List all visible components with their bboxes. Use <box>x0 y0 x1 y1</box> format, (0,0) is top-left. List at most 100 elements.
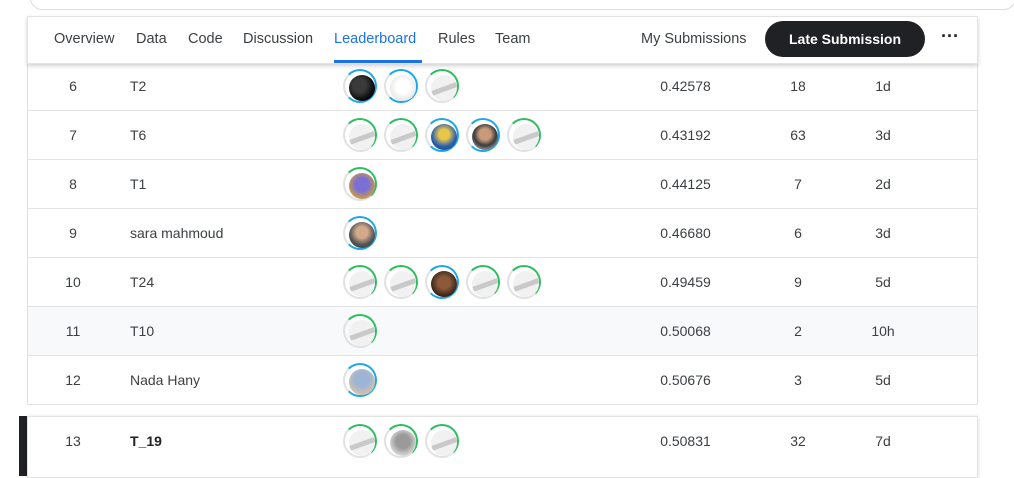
member-avatar[interactable] <box>466 265 500 299</box>
member-avatar[interactable] <box>507 118 541 152</box>
last-submission-cell: 5d <box>875 274 891 290</box>
score-cell: 0.42578 <box>660 78 711 94</box>
table-row[interactable]: 12 Nada Hany 0.50676 3 5d <box>28 356 977 405</box>
avatar-image <box>513 271 539 297</box>
team-name[interactable]: T6 <box>130 111 146 159</box>
member-avatar[interactable] <box>384 69 418 103</box>
entries-cell: 7 <box>794 176 802 192</box>
member-avatar[interactable] <box>343 265 377 299</box>
rank-cell: 10 <box>65 274 81 290</box>
more-options-icon[interactable]: ··· <box>936 25 964 53</box>
late-submission-button[interactable]: Late Submission <box>765 21 925 57</box>
rank-cell: 8 <box>69 176 77 192</box>
avatar-image <box>390 271 416 297</box>
table-row[interactable]: 9 sara mahmoud 0.46680 6 3d <box>28 209 977 258</box>
member-avatar[interactable] <box>343 363 377 397</box>
member-avatar[interactable] <box>343 167 377 201</box>
entries-cell: 32 <box>790 433 806 449</box>
member-avatar[interactable] <box>425 424 459 458</box>
last-submission-cell: 10h <box>871 323 895 339</box>
entries-cell: 3 <box>794 372 802 388</box>
your-team-indicator <box>19 416 27 476</box>
avatar-image <box>390 430 416 456</box>
member-avatar[interactable] <box>384 265 418 299</box>
tab-discussion[interactable]: Discussion <box>243 31 313 47</box>
avatar-image <box>349 75 375 101</box>
table-row[interactable]: 7 T6 0.43192 63 3d <box>28 111 977 160</box>
avatar-image <box>431 271 457 297</box>
last-submission-cell: 3d <box>875 127 891 143</box>
team-name[interactable]: T24 <box>130 258 154 306</box>
member-avatar[interactable] <box>507 265 541 299</box>
rank-cell: 6 <box>69 78 77 94</box>
team-name[interactable]: sara mahmoud <box>130 209 223 257</box>
last-submission-cell: 3d <box>875 225 891 241</box>
rank-cell: 9 <box>69 225 77 241</box>
your-team-row[interactable]: 13 T_19 0.50831 32 7d <box>27 416 978 478</box>
member-avatar[interactable] <box>425 118 459 152</box>
avatar-image <box>349 320 375 346</box>
member-avatar[interactable] <box>343 314 377 348</box>
top-search-strip <box>30 0 1014 10</box>
avatar-image <box>349 222 375 248</box>
rank-cell: 12 <box>65 372 81 388</box>
last-submission-cell: 5d <box>875 372 891 388</box>
entries-cell: 9 <box>794 274 802 290</box>
team-name[interactable]: T2 <box>130 62 146 110</box>
score-cell: 0.50068 <box>660 323 711 339</box>
avatar-image <box>390 124 416 150</box>
score-cell: 0.44125 <box>660 176 711 192</box>
active-tab-indicator <box>334 60 422 63</box>
last-submission-cell: 1d <box>875 78 891 94</box>
score-cell: 0.46680 <box>660 225 711 241</box>
avatar-image <box>349 271 375 297</box>
entries-cell: 6 <box>794 225 802 241</box>
score-cell: 0.50676 <box>660 372 711 388</box>
team-name[interactable]: T_19 <box>130 417 162 465</box>
member-avatar[interactable] <box>343 216 377 250</box>
score-cell: 0.43192 <box>660 127 711 143</box>
avatar-image <box>349 369 375 395</box>
tab-data[interactable]: Data <box>136 31 167 47</box>
member-avatar[interactable] <box>384 118 418 152</box>
member-avatar[interactable] <box>425 69 459 103</box>
avatar-image <box>349 430 375 456</box>
tab-rules[interactable]: Rules <box>438 31 475 47</box>
competition-nav: Overview Data Code Discussion Leaderboar… <box>27 16 978 64</box>
table-row[interactable]: 10 T24 0.49459 9 5d <box>28 258 977 307</box>
tab-overview[interactable]: Overview <box>54 31 114 47</box>
tab-code[interactable]: Code <box>188 31 223 47</box>
member-avatar[interactable] <box>384 424 418 458</box>
entries-cell: 2 <box>794 323 802 339</box>
avatar-image <box>431 124 457 150</box>
avatar-image <box>349 124 375 150</box>
avatar-image <box>431 430 457 456</box>
avatar-image <box>513 124 539 150</box>
team-name[interactable]: T1 <box>130 160 146 208</box>
member-avatar[interactable] <box>343 424 377 458</box>
team-name[interactable]: T10 <box>130 307 154 355</box>
member-avatar[interactable] <box>343 69 377 103</box>
avatar-image <box>390 75 416 101</box>
member-avatar[interactable] <box>343 118 377 152</box>
entries-cell: 18 <box>790 78 806 94</box>
avatar-image <box>431 75 457 101</box>
rank-cell: 7 <box>69 127 77 143</box>
table-row[interactable]: 11 T10 0.50068 2 10h <box>28 307 977 356</box>
score-cell: 0.49459 <box>660 274 711 290</box>
tab-team[interactable]: Team <box>495 31 530 47</box>
avatar-image <box>349 173 375 199</box>
score-cell: 0.50831 <box>660 433 711 449</box>
member-avatar[interactable] <box>425 265 459 299</box>
rank-cell: 11 <box>65 323 81 339</box>
table-row[interactable]: 6 T2 0.42578 18 1d <box>28 62 977 111</box>
last-submission-cell: 7d <box>875 433 891 449</box>
my-submissions-link[interactable]: My Submissions <box>641 31 747 47</box>
member-avatar[interactable] <box>466 118 500 152</box>
rank-cell: 13 <box>65 433 81 449</box>
leaderboard-table: 6 T2 0.42578 18 1d 7 T6 0.43192 6 3 3d 8 T1 0.44125 7 2… <box>27 62 978 405</box>
avatar-image <box>472 271 498 297</box>
table-row[interactable]: 8 T1 0.44125 7 2d <box>28 160 977 209</box>
tab-leaderboard[interactable]: Leaderboard <box>334 31 416 47</box>
team-name[interactable]: Nada Hany <box>130 356 200 404</box>
